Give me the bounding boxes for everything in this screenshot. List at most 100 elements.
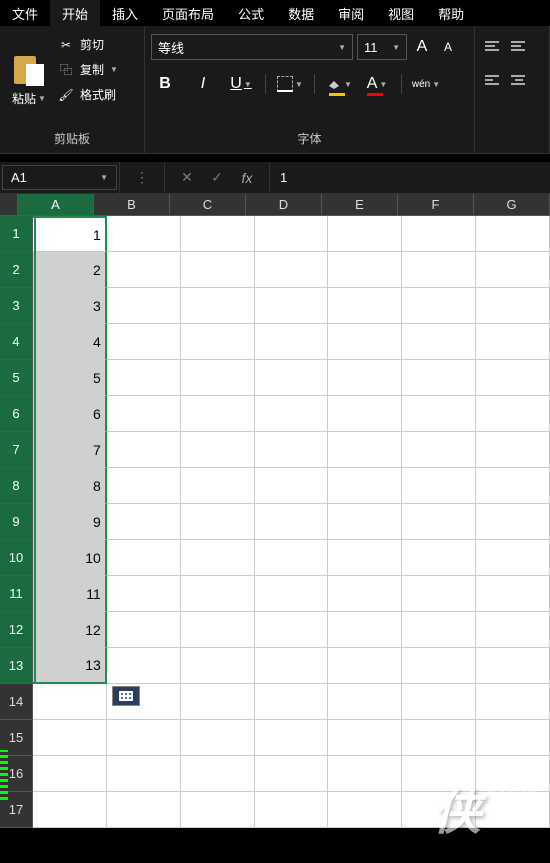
cell-F7[interactable] bbox=[402, 432, 476, 468]
menu-item-5[interactable]: 数据 bbox=[276, 0, 326, 27]
cell-C8[interactable] bbox=[181, 468, 255, 504]
cell-C11[interactable] bbox=[181, 576, 255, 612]
cell-A13[interactable]: 13 bbox=[33, 648, 107, 684]
cell-A5[interactable]: 5 bbox=[33, 360, 107, 396]
cell-D17[interactable] bbox=[255, 792, 329, 828]
col-header-B[interactable]: B bbox=[94, 194, 170, 216]
cell-C16[interactable] bbox=[181, 756, 255, 792]
cell-B7[interactable] bbox=[107, 432, 181, 468]
cell-A8[interactable]: 8 bbox=[33, 468, 107, 504]
cell-E2[interactable] bbox=[328, 252, 402, 288]
cell-A14[interactable] bbox=[33, 684, 107, 720]
row-header-14[interactable]: 14 bbox=[0, 684, 33, 720]
cell-G3[interactable] bbox=[476, 288, 550, 324]
cell-C14[interactable] bbox=[181, 684, 255, 720]
autofill-options-button[interactable] bbox=[112, 686, 140, 706]
cell-E17[interactable] bbox=[328, 792, 402, 828]
cell-F6[interactable] bbox=[402, 396, 476, 432]
cell-E16[interactable] bbox=[328, 756, 402, 792]
row-header-8[interactable]: 8 bbox=[0, 468, 33, 504]
cell-A4[interactable]: 4 bbox=[33, 324, 107, 360]
fill-color-button[interactable]: ▼ bbox=[325, 70, 353, 98]
cell-A1[interactable]: 1 bbox=[33, 216, 107, 252]
row-header-2[interactable]: 2 bbox=[0, 252, 33, 288]
row-header-5[interactable]: 5 bbox=[0, 360, 33, 396]
cell-A9[interactable]: 9 bbox=[33, 504, 107, 540]
align-center-button[interactable] bbox=[507, 68, 531, 92]
cell-F11[interactable] bbox=[402, 576, 476, 612]
cell-D6[interactable] bbox=[255, 396, 329, 432]
row-header-11[interactable]: 11 bbox=[0, 576, 33, 612]
cell-C12[interactable] bbox=[181, 612, 255, 648]
cell-C13[interactable] bbox=[181, 648, 255, 684]
cell-G1[interactable] bbox=[476, 216, 550, 252]
row-header-6[interactable]: 6 bbox=[0, 396, 33, 432]
align-left-button[interactable] bbox=[481, 68, 505, 92]
cell-E14[interactable] bbox=[328, 684, 402, 720]
cell-B12[interactable] bbox=[107, 612, 181, 648]
cell-C17[interactable] bbox=[181, 792, 255, 828]
cell-G6[interactable] bbox=[476, 396, 550, 432]
cell-E7[interactable] bbox=[328, 432, 402, 468]
fx-button[interactable]: fx bbox=[235, 166, 259, 190]
cell-F8[interactable] bbox=[402, 468, 476, 504]
cell-C1[interactable] bbox=[181, 216, 255, 252]
cell-E5[interactable] bbox=[328, 360, 402, 396]
font-color-button[interactable]: A ▼ bbox=[363, 70, 391, 98]
menu-item-2[interactable]: 插入 bbox=[100, 0, 150, 27]
pinyin-button[interactable]: wén ▼ bbox=[412, 70, 440, 98]
cell-D4[interactable] bbox=[255, 324, 329, 360]
cell-C2[interactable] bbox=[181, 252, 255, 288]
cell-G12[interactable] bbox=[476, 612, 550, 648]
menu-item-0[interactable]: 文件 bbox=[0, 0, 50, 27]
cell-G2[interactable] bbox=[476, 252, 550, 288]
cell-E12[interactable] bbox=[328, 612, 402, 648]
cell-G15[interactable] bbox=[476, 720, 550, 756]
cell-B1[interactable] bbox=[107, 216, 181, 252]
cell-D10[interactable] bbox=[255, 540, 329, 576]
menu-item-8[interactable]: 帮助 bbox=[426, 0, 476, 27]
col-header-C[interactable]: C bbox=[170, 194, 246, 216]
cell-B11[interactable] bbox=[107, 576, 181, 612]
menu-item-6[interactable]: 审阅 bbox=[326, 0, 376, 27]
col-header-D[interactable]: D bbox=[246, 194, 322, 216]
cell-G13[interactable] bbox=[476, 648, 550, 684]
cell-A15[interactable] bbox=[33, 720, 107, 756]
italic-button[interactable]: I bbox=[189, 70, 217, 98]
cell-C10[interactable] bbox=[181, 540, 255, 576]
paste-button[interactable]: 粘贴 ▼ bbox=[6, 30, 52, 130]
underline-button[interactable]: U ▼ bbox=[227, 70, 255, 98]
cancel-formula-button[interactable]: ✕ bbox=[175, 166, 199, 190]
row-header-13[interactable]: 13 bbox=[0, 648, 33, 684]
cell-G9[interactable] bbox=[476, 504, 550, 540]
cell-D13[interactable] bbox=[255, 648, 329, 684]
menu-item-7[interactable]: 视图 bbox=[376, 0, 426, 27]
cell-F13[interactable] bbox=[402, 648, 476, 684]
cell-D3[interactable] bbox=[255, 288, 329, 324]
cell-F12[interactable] bbox=[402, 612, 476, 648]
cell-C4[interactable] bbox=[181, 324, 255, 360]
cell-C7[interactable] bbox=[181, 432, 255, 468]
col-header-A[interactable]: A bbox=[18, 194, 94, 216]
menu-item-4[interactable]: 公式 bbox=[226, 0, 276, 27]
cell-A3[interactable]: 3 bbox=[33, 288, 107, 324]
cell-G7[interactable] bbox=[476, 432, 550, 468]
cell-F4[interactable] bbox=[402, 324, 476, 360]
cell-C5[interactable] bbox=[181, 360, 255, 396]
cell-C9[interactable] bbox=[181, 504, 255, 540]
cell-E1[interactable] bbox=[328, 216, 402, 252]
cell-E15[interactable] bbox=[328, 720, 402, 756]
row-header-7[interactable]: 7 bbox=[0, 432, 33, 468]
cell-E13[interactable] bbox=[328, 648, 402, 684]
cell-F14[interactable] bbox=[402, 684, 476, 720]
cell-F1[interactable] bbox=[402, 216, 476, 252]
cell-A7[interactable]: 7 bbox=[33, 432, 107, 468]
font-name-select[interactable]: 等线 ▼ bbox=[151, 34, 353, 60]
cell-C15[interactable] bbox=[181, 720, 255, 756]
cell-E10[interactable] bbox=[328, 540, 402, 576]
cell-D11[interactable] bbox=[255, 576, 329, 612]
cell-D16[interactable] bbox=[255, 756, 329, 792]
border-button[interactable]: ▼ bbox=[276, 70, 304, 98]
cell-A16[interactable] bbox=[33, 756, 107, 792]
cell-D15[interactable] bbox=[255, 720, 329, 756]
